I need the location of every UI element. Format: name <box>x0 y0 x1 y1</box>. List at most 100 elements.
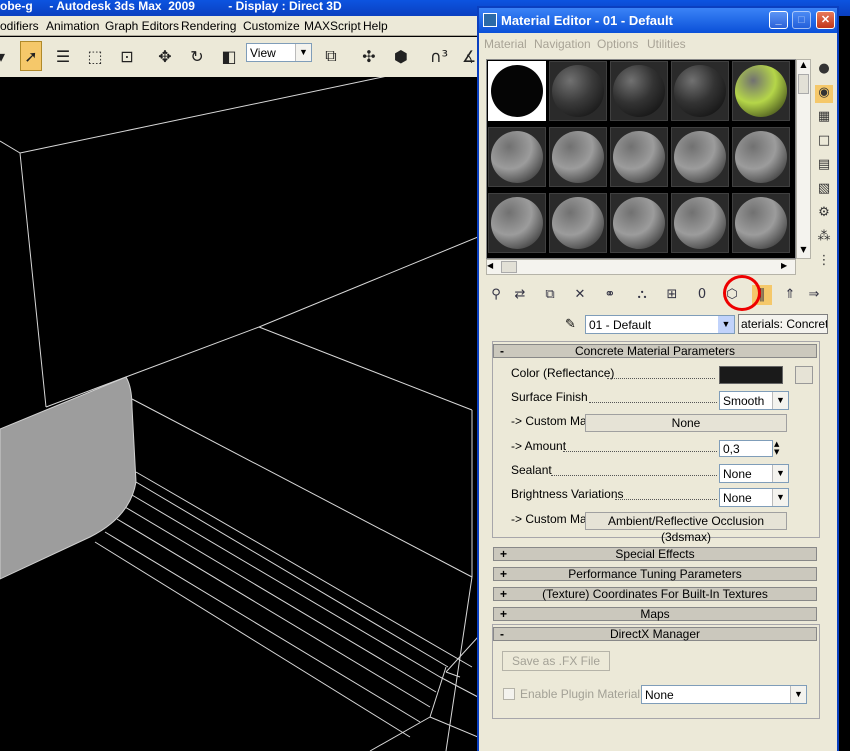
amount-spinner[interactable]: 0,3 <box>719 440 773 457</box>
material-sample-slot[interactable] <box>671 61 729 121</box>
scroll-thumb[interactable] <box>798 74 809 94</box>
select-by-material-icon[interactable]: ⁂ <box>815 229 833 247</box>
material-editor-menubar: Material Navigation Options Utilities <box>479 33 837 55</box>
material-sample-slot[interactable] <box>549 193 607 253</box>
make-preview-icon[interactable]: ▧ <box>815 181 833 199</box>
side-toolbar: ● ◉ ▦ □ ▤ ▧ ⚙ ⁂ ⋮ <box>813 59 837 279</box>
material-sample-slot[interactable] <box>610 127 668 187</box>
enable-plugin-checkbox[interactable] <box>503 688 515 700</box>
sealant-dropdown[interactable]: None ▼ <box>719 464 789 483</box>
put-to-library-icon[interactable]: ⊞ <box>662 285 682 305</box>
rollout-texture-coordinates-header[interactable]: + (Texture) Coordinates For Built-In Tex… <box>493 587 817 601</box>
select-arrow-icon[interactable]: ➚ <box>20 41 42 71</box>
copy-material-icon[interactable]: ⚭ <box>600 285 620 305</box>
brightness-variations-dropdown[interactable]: None ▼ <box>719 488 789 507</box>
surface-finish-dropdown[interactable]: Smooth ▼ <box>719 391 789 410</box>
color-map-button[interactable] <box>795 366 813 384</box>
menu-utilities[interactable]: Utilities <box>647 37 686 51</box>
put-to-scene-icon[interactable]: ⇄ <box>510 285 530 305</box>
scroll-up-icon[interactable]: ▲ <box>797 60 810 73</box>
material-id-channel-icon[interactable]: 0 <box>692 285 712 305</box>
eyedropper-icon[interactable]: ✎ <box>565 317 581 333</box>
pivot-icon[interactable]: ⧉ <box>320 45 342 67</box>
chevron-down-icon: ▼ <box>772 465 788 482</box>
menu-material[interactable]: Material <box>484 37 527 51</box>
backlight-icon[interactable]: ◉ <box>815 85 833 103</box>
material-map-navigator-icon[interactable]: ⋮ <box>815 253 833 271</box>
go-forward-to-sibling-icon[interactable]: ⇒ <box>804 285 824 305</box>
material-sample-slot[interactable] <box>671 193 729 253</box>
snap-3-icon[interactable]: ∩³ <box>428 45 450 67</box>
maximize-button[interactable]: □ <box>792 11 811 29</box>
brightness-variations-value: None <box>723 491 752 505</box>
get-material-icon[interactable]: ⚲ <box>486 285 506 305</box>
viewport[interactable] <box>0 77 478 751</box>
material-sample-slot[interactable] <box>610 61 668 121</box>
make-unique-icon[interactable]: ⛬ <box>632 285 652 305</box>
material-type-button[interactable]: aterials: Concrete <box>738 314 828 334</box>
select-by-name-icon[interactable]: ☰ <box>52 45 74 67</box>
material-sample-slot[interactable] <box>488 193 546 253</box>
material-sample-slot[interactable] <box>549 127 607 187</box>
rotate-icon[interactable]: ↻ <box>186 45 208 67</box>
close-button[interactable]: ✕ <box>816 11 835 29</box>
move-icon[interactable]: ✥ <box>154 45 176 67</box>
plugin-material-dropdown[interactable]: None ▼ <box>641 685 807 704</box>
menu-options[interactable]: Options <box>597 37 638 51</box>
keyboard-shortcut-icon[interactable]: ⬢ <box>390 45 412 67</box>
enable-plugin-label: Enable Plugin Material <box>520 687 641 701</box>
material-sample-slot[interactable] <box>488 127 546 187</box>
rect-selection-icon[interactable]: ⬚ <box>84 45 106 67</box>
rollout-special-effects-header[interactable]: + Special Effects <box>493 547 817 561</box>
material-sample-slot[interactable] <box>488 61 546 121</box>
window-crossing-icon[interactable]: ⊡ <box>116 45 138 67</box>
spinner-arrows-icon[interactable]: ▲ ▼ <box>774 440 784 457</box>
material-sample-slot[interactable] <box>732 127 790 187</box>
menu-customize[interactable]: Customize <box>243 19 300 33</box>
scroll-left-icon[interactable]: ◀ <box>487 261 499 270</box>
material-sphere <box>491 131 543 183</box>
material-editor-titlebar[interactable]: Material Editor - 01 - Default _ □ ✕ <box>479 8 837 33</box>
dropdown-arrow-icon[interactable]: ▾ <box>0 45 12 67</box>
rollout-concrete-header[interactable]: - Concrete Material Parameters <box>493 344 817 358</box>
rollout-performance-tuning-header[interactable]: + Performance Tuning Parameters <box>493 567 817 581</box>
menu-help[interactable]: Help <box>363 19 388 33</box>
menu-animation[interactable]: Animation <box>46 19 99 33</box>
rollout-title: Performance Tuning Parameters <box>568 567 742 581</box>
reset-map-icon[interactable]: ✕ <box>570 285 590 305</box>
sample-uv-tiling-icon[interactable]: □ <box>815 133 833 151</box>
video-color-check-icon[interactable]: ▤ <box>815 157 833 175</box>
save-as-fx-button[interactable]: Save as .FX File <box>502 651 610 671</box>
minimize-button[interactable]: _ <box>769 11 788 29</box>
custom-map-2-button[interactable]: Ambient/Reflective Occlusion (3dsmax) <box>585 512 787 544</box>
scroll-right-icon[interactable]: ▶ <box>781 261 793 270</box>
color-swatch[interactable] <box>719 366 783 384</box>
hscroll-thumb[interactable] <box>501 261 517 273</box>
reference-coord-dropdown[interactable]: View ▼ <box>246 43 312 62</box>
menu-maxscript[interactable]: MAXScript <box>304 19 361 33</box>
options-icon[interactable]: ⚙ <box>815 205 833 223</box>
menu-modifiers[interactable]: odifiers <box>0 19 39 33</box>
scroll-down-icon[interactable]: ▼ <box>797 245 810 258</box>
material-name-field[interactable]: 01 - Default ▼ <box>585 315 735 334</box>
go-to-parent-icon[interactable]: ⇑ <box>780 285 800 305</box>
background-checker-icon[interactable]: ▦ <box>815 109 833 127</box>
menu-rendering[interactable]: Rendering <box>181 19 236 33</box>
rollout-maps-header[interactable]: + Maps <box>493 607 817 621</box>
custom-map-button[interactable]: None <box>585 414 787 432</box>
material-sample-slot[interactable] <box>549 61 607 121</box>
material-sample-slot[interactable] <box>610 193 668 253</box>
scale-icon[interactable]: ◧ <box>218 45 240 67</box>
leader-dots <box>551 475 717 476</box>
assign-to-selection-icon[interactable]: ⧉ <box>540 285 560 305</box>
menu-navigation[interactable]: Navigation <box>534 37 591 51</box>
material-sample-slot[interactable] <box>671 127 729 187</box>
manipulate-icon[interactable]: ✣ <box>358 45 380 67</box>
menu-graph-editors[interactable]: Graph Editors <box>105 19 179 33</box>
material-sample-slot[interactable] <box>732 193 790 253</box>
rollout-directx-manager-header[interactable]: - DirectX Manager <box>493 627 817 641</box>
slots-vertical-scrollbar[interactable]: ▲ ▼ <box>796 59 811 259</box>
slots-horizontal-scrollbar[interactable]: ◀ ▶ <box>486 259 796 275</box>
sample-type-icon[interactable]: ● <box>815 61 833 79</box>
material-sample-slot[interactable] <box>732 61 790 121</box>
